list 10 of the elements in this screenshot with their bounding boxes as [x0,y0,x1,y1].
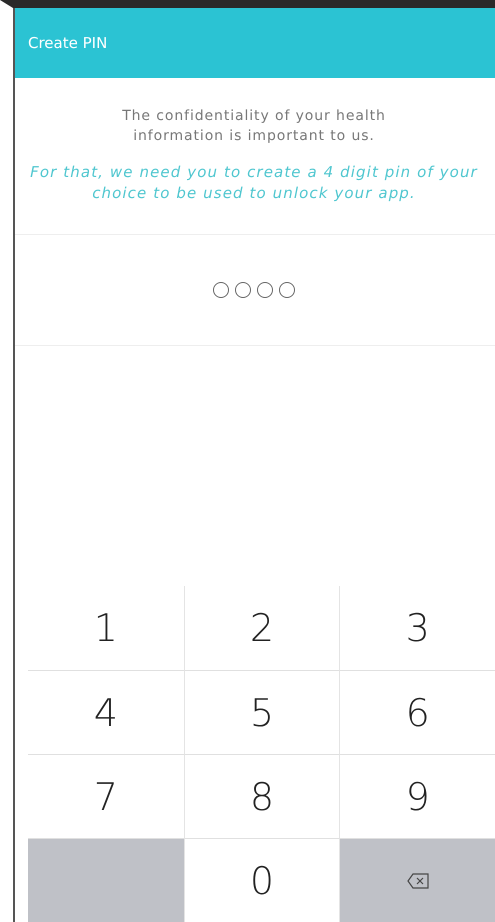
backspace-key[interactable] [339,838,495,922]
screen-title: Create PIN [28,34,108,52]
digit-key[interactable]: 5 [184,670,340,754]
backspace-icon [406,872,429,888]
digit-key[interactable]: 8 [184,754,340,838]
instruction-text: For that, we need you to create a 4 digit pin of your choice to be used to unlock your app. [29,162,479,204]
digit-key[interactable]: 0 [184,838,340,922]
digit-key[interactable]: 6 [339,670,495,754]
intro-text: The confidentiality of your health information is important to us. [121,107,387,146]
digit-key[interactable]: 9 [339,754,495,838]
